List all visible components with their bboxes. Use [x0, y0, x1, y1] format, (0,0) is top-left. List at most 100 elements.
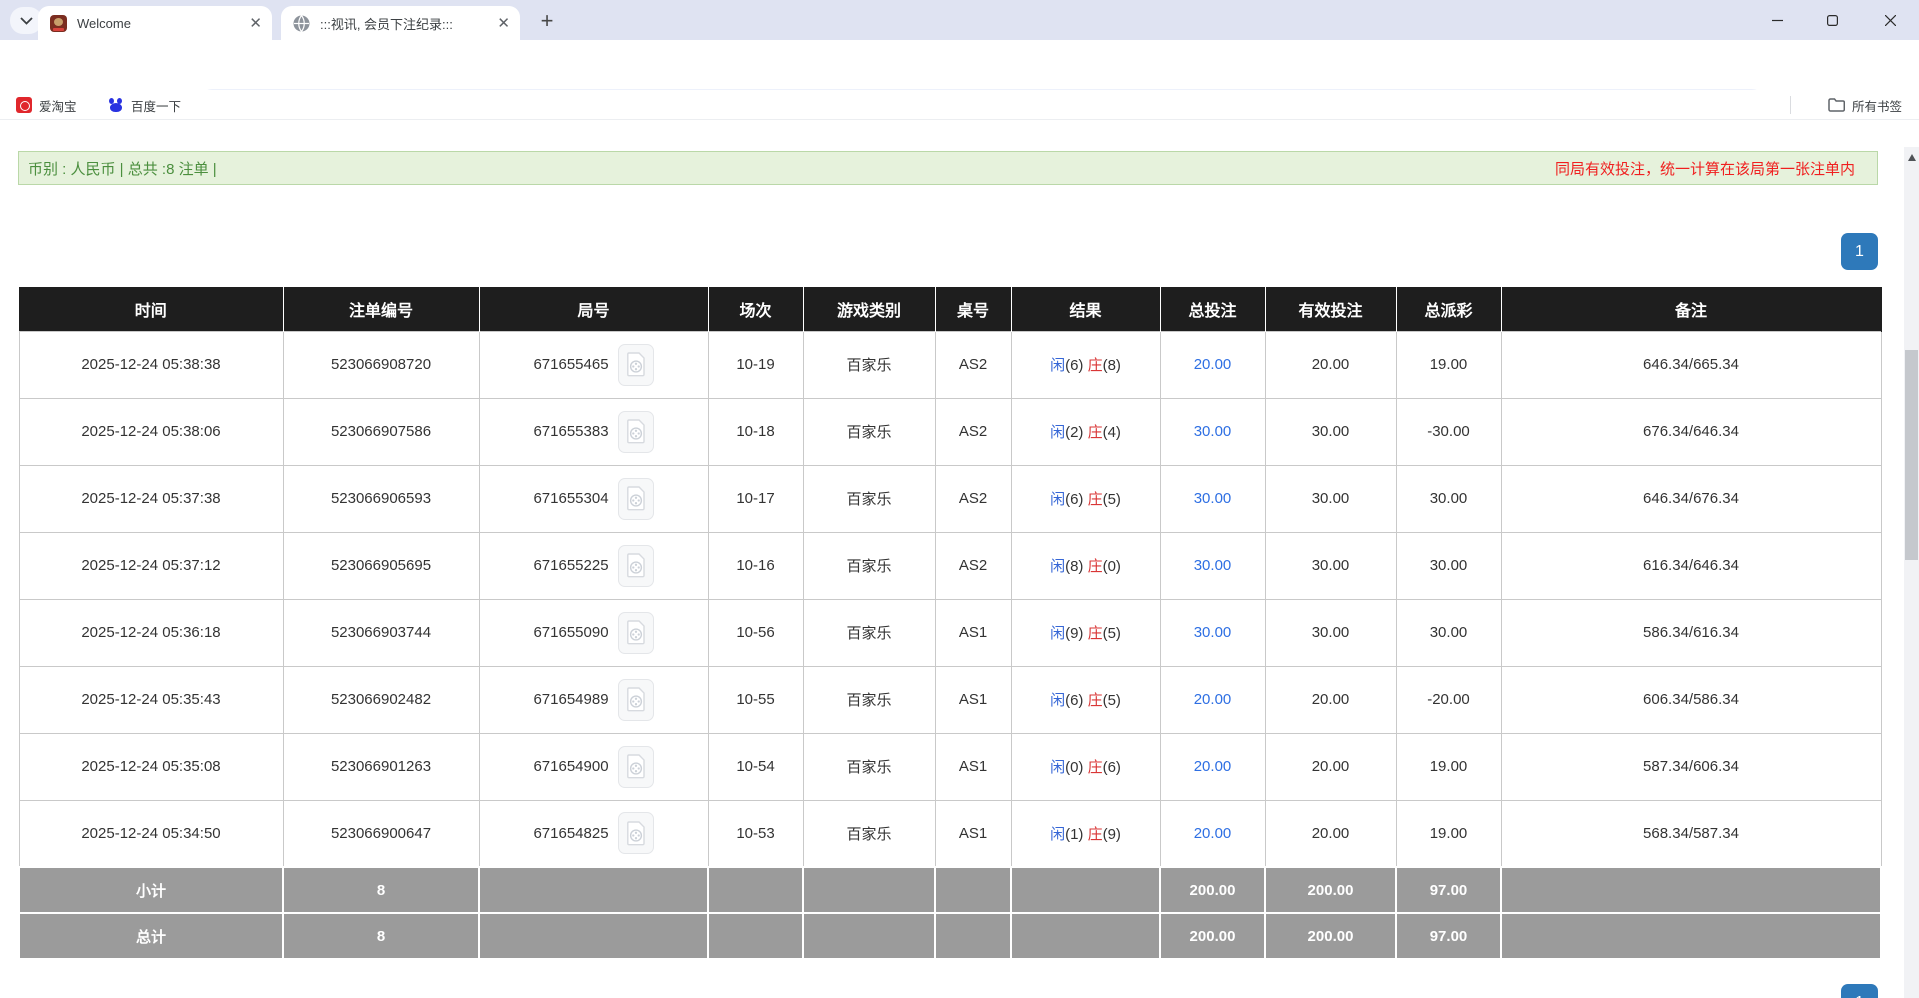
- cell-session: 10-16: [708, 532, 803, 599]
- window-minimize-button[interactable]: [1754, 0, 1800, 40]
- tab-bet-record[interactable]: :::视讯, 会员下注纪录::: ✕: [281, 6, 520, 40]
- round-number: 671655304: [533, 490, 608, 507]
- tab-strip: Welcome ✕ :::视讯, 会员下注纪录::: ✕ +: [0, 0, 1919, 40]
- cell-game-type: 百家乐: [803, 532, 935, 599]
- cell-payout: 30.00: [1396, 465, 1501, 532]
- column-header: 有效投注: [1265, 287, 1396, 331]
- table-row: 2025-12-24 05:36:18 523066903744 6716550…: [19, 599, 1881, 666]
- cell-total-bet[interactable]: 30.00: [1160, 599, 1265, 666]
- video-replay-icon[interactable]: [618, 344, 654, 386]
- cell-session: 10-54: [708, 733, 803, 800]
- cell-session: 10-18: [708, 398, 803, 465]
- round-number: 671655225: [533, 557, 608, 574]
- column-header: 总投注: [1160, 287, 1265, 331]
- globe-favicon-icon: [293, 15, 310, 32]
- subtotal-row: 小计 8 200.00 200.00 97.00: [19, 867, 1881, 913]
- cell-total-bet[interactable]: 30.00: [1160, 465, 1265, 532]
- bookmarks-divider: [1790, 96, 1791, 114]
- cell-round: 671655304: [479, 465, 708, 532]
- cell-session: 10-56: [708, 599, 803, 666]
- column-header: 桌号: [935, 287, 1011, 331]
- pagination-page-1-bottom[interactable]: 1: [1841, 984, 1878, 998]
- tab-close-icon[interactable]: ✕: [249, 16, 262, 31]
- cell-payout: 19.00: [1396, 800, 1501, 867]
- cell-total-bet[interactable]: 30.00: [1160, 532, 1265, 599]
- cell-payout: 19.00: [1396, 331, 1501, 398]
- cell-time: 2025-12-24 05:35:08: [19, 733, 283, 800]
- cell-game-type: 百家乐: [803, 599, 935, 666]
- pagination-page-1-top[interactable]: 1: [1841, 233, 1878, 270]
- cell-time: 2025-12-24 05:36:18: [19, 599, 283, 666]
- cell-bet-id: 523066902482: [283, 666, 479, 733]
- cell-session: 10-19: [708, 331, 803, 398]
- video-replay-icon[interactable]: [618, 478, 654, 520]
- cell-valid-bet: 30.00: [1265, 398, 1396, 465]
- sum-payout: 97.00: [1396, 913, 1501, 959]
- video-replay-icon[interactable]: [618, 812, 654, 854]
- cell-table-no: AS1: [935, 800, 1011, 867]
- scroll-up-arrow-icon[interactable]: [1908, 154, 1916, 161]
- all-bookmarks-label: 所有书签: [1852, 96, 1902, 115]
- cell-result: 闲(9) 庄(5): [1011, 599, 1160, 666]
- cell-round: 671654825: [479, 800, 708, 867]
- total-row: 总计 8 200.00 200.00 97.00: [19, 913, 1881, 959]
- video-replay-icon[interactable]: [618, 612, 654, 654]
- table-row: 2025-12-24 05:38:06 523066907586 6716553…: [19, 398, 1881, 465]
- round-number: 671654989: [533, 691, 608, 708]
- cell-total-bet[interactable]: 20.00: [1160, 800, 1265, 867]
- video-replay-icon[interactable]: [618, 746, 654, 788]
- sum-payout: 97.00: [1396, 867, 1501, 913]
- cell-session: 10-55: [708, 666, 803, 733]
- summary-info-bar: 币别 : 人民币 | 总共 :8 注单 | 同局有效投注，统一计算在该局第一张注…: [18, 151, 1878, 185]
- cell-time: 2025-12-24 05:38:06: [19, 398, 283, 465]
- cell-round: 671654989: [479, 666, 708, 733]
- cell-total-bet[interactable]: 20.00: [1160, 733, 1265, 800]
- cell-table-no: AS1: [935, 666, 1011, 733]
- cell-total-bet[interactable]: 30.00: [1160, 398, 1265, 465]
- cell-valid-bet: 20.00: [1265, 733, 1396, 800]
- column-header: 局号: [479, 287, 708, 331]
- column-header: 总派彩: [1396, 287, 1501, 331]
- bet-table-foot: 小计 8 200.00 200.00 97.00 总计 8 200.00 200…: [19, 867, 1881, 959]
- new-tab-button[interactable]: +: [532, 6, 562, 36]
- cell-bet-id: 523066908720: [283, 331, 479, 398]
- cell-payout: 19.00: [1396, 733, 1501, 800]
- window-maximize-button[interactable]: [1809, 0, 1855, 40]
- table-row: 2025-12-24 05:35:43 523066902482 6716549…: [19, 666, 1881, 733]
- cell-result: 闲(6) 庄(5): [1011, 465, 1160, 532]
- baidu-icon: [108, 97, 124, 113]
- cell-result: 闲(8) 庄(0): [1011, 532, 1160, 599]
- bookmark-label: 百度一下: [131, 96, 181, 115]
- cell-bet-id: 523066903744: [283, 599, 479, 666]
- cell-game-type: 百家乐: [803, 465, 935, 532]
- scrollbar-thumb[interactable]: [1905, 350, 1918, 560]
- cell-table-no: AS2: [935, 465, 1011, 532]
- cell-valid-bet: 20.00: [1265, 666, 1396, 733]
- cell-table-no: AS2: [935, 532, 1011, 599]
- sum-label: 小计: [19, 867, 283, 913]
- video-replay-icon[interactable]: [618, 679, 654, 721]
- cell-game-type: 百家乐: [803, 666, 935, 733]
- table-row: 2025-12-24 05:37:38 523066906593 6716553…: [19, 465, 1881, 532]
- table-row: 2025-12-24 05:34:50 523066900647 6716548…: [19, 800, 1881, 867]
- cell-session: 10-53: [708, 800, 803, 867]
- all-bookmarks-button[interactable]: 所有书签: [1828, 94, 1902, 116]
- tab-close-icon[interactable]: ✕: [497, 16, 510, 31]
- round-number: 671655465: [533, 356, 608, 373]
- window-close-button[interactable]: [1867, 0, 1913, 40]
- cell-game-type: 百家乐: [803, 331, 935, 398]
- cell-valid-bet: 20.00: [1265, 331, 1396, 398]
- cell-total-bet[interactable]: 20.00: [1160, 331, 1265, 398]
- vertical-scrollbar[interactable]: [1904, 147, 1919, 998]
- cell-remark: 646.34/665.34: [1501, 331, 1881, 398]
- cell-total-bet[interactable]: 20.00: [1160, 666, 1265, 733]
- cell-table-no: AS2: [935, 331, 1011, 398]
- bookmark-baidu[interactable]: 百度一下: [108, 94, 181, 116]
- bookmark-aitaobao[interactable]: 爱淘宝: [16, 94, 77, 116]
- video-replay-icon[interactable]: [618, 411, 654, 453]
- sum-count: 8: [283, 913, 479, 959]
- tab-welcome[interactable]: Welcome ✕: [38, 6, 272, 40]
- cell-remark: 568.34/587.34: [1501, 800, 1881, 867]
- chevron-down-icon: [20, 17, 33, 25]
- video-replay-icon[interactable]: [618, 545, 654, 587]
